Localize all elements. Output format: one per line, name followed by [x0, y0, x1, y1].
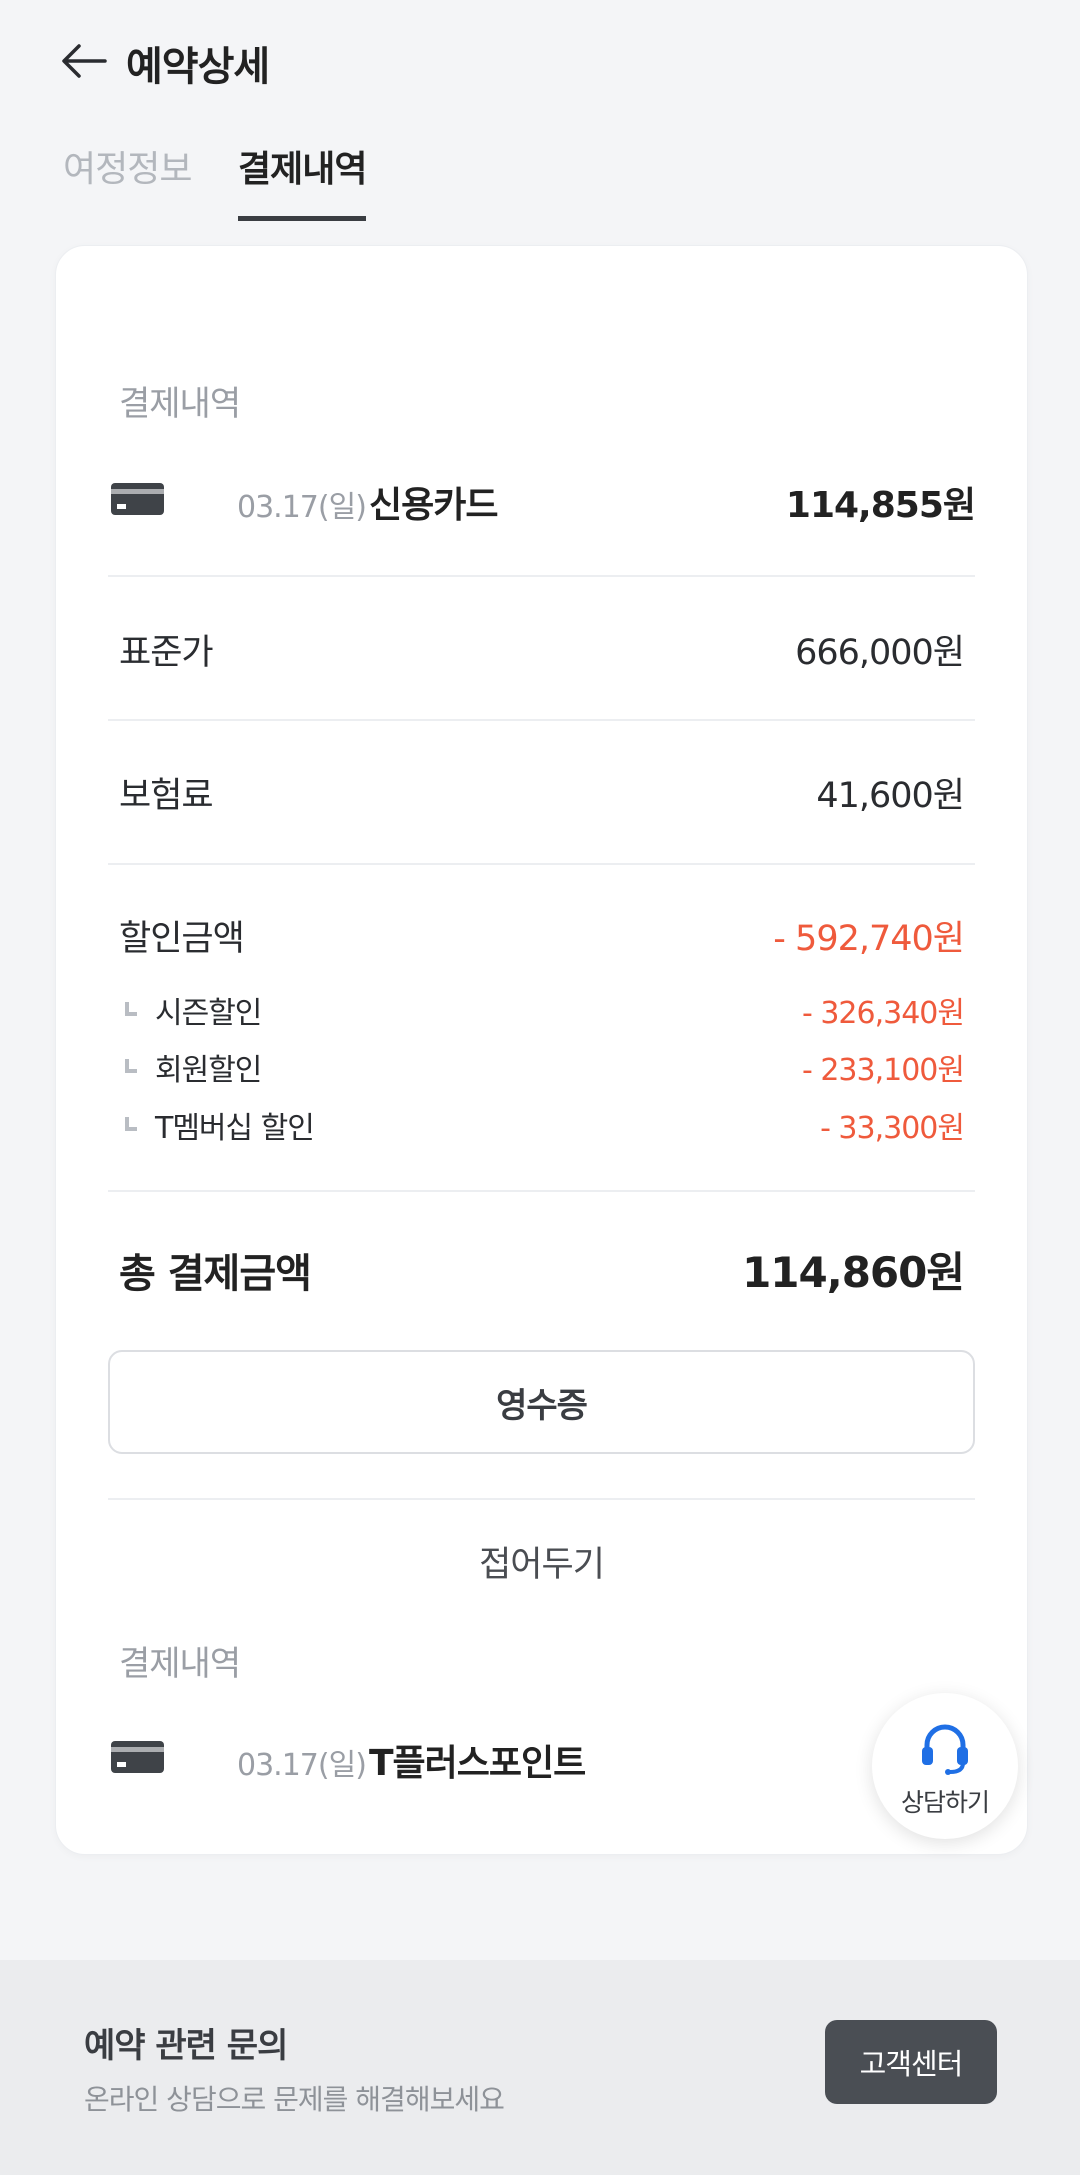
discount-item: 회원할인 - 233,100원: [119, 1045, 965, 1089]
payment-date: 03.17(일): [237, 1748, 367, 1783]
payment-card: 결제내역 03.17(일) 신용카드 114,855원 표준가 666,000원…: [55, 245, 1028, 1855]
footer-subtitle: 온라인 상담으로 문제를 해결해보세요: [84, 2083, 505, 2116]
divider: [108, 863, 975, 865]
section-label: 결제내역: [119, 384, 241, 424]
back-button[interactable]: [56, 36, 112, 86]
customer-center-button[interactable]: 고객센터: [825, 2020, 997, 2104]
arrow-left-icon: [62, 44, 107, 78]
credit-card-icon: [111, 1741, 164, 1773]
tab-itinerary[interactable]: 여정정보: [63, 140, 192, 216]
payment-method-row: 03.17(일) 신용카드 114,855원: [111, 468, 976, 528]
insurance-value: 41,600원: [816, 776, 965, 816]
tab-bar: 여정정보 결제내역: [0, 130, 1080, 221]
discount-item-value: - 233,100원: [801, 1053, 965, 1088]
receipt-button[interactable]: 영수증: [108, 1350, 975, 1454]
standard-price-value: 666,000원: [795, 633, 965, 673]
payment-method: T플러스포인트: [369, 1743, 586, 1784]
tab-payment[interactable]: 결제내역: [238, 140, 367, 221]
discount-item-label: 회원할인: [155, 1053, 262, 1088]
divider: [108, 1498, 975, 1500]
discount-item-label: T멤버십 할인: [155, 1111, 315, 1146]
divider: [108, 719, 975, 721]
sub-item-bullet-icon: [125, 1002, 137, 1016]
headset-icon: [922, 1724, 968, 1775]
discount-row: 할인금액 - 592,740원: [119, 910, 965, 970]
discount-item-value: - 326,340원: [801, 996, 965, 1031]
consult-label: 상담하기: [900, 1788, 990, 1817]
discount-label: 할인금액: [119, 919, 245, 959]
discount-value: - 592,740원: [773, 919, 965, 959]
payment-date: 03.17(일): [237, 490, 367, 525]
discount-item-value: - 33,300원: [820, 1111, 965, 1146]
divider: [108, 1190, 975, 1192]
standard-price-label: 표준가: [119, 633, 214, 673]
footer-title: 예약 관련 문의: [84, 2026, 288, 2066]
footer: 예약 관련 문의 온라인 상담으로 문제를 해결해보세요 고객센터: [0, 1960, 1080, 2175]
standard-price-row: 표준가 666,000원: [119, 624, 965, 684]
header: 예약상세: [0, 0, 1080, 120]
sub-item-bullet-icon: [125, 1117, 137, 1131]
credit-card-icon: [111, 483, 164, 515]
page-title: 예약상세: [126, 44, 270, 90]
sub-item-bullet-icon: [125, 1059, 137, 1073]
total-value: 114,860원: [742, 1248, 965, 1297]
total-label: 총 결제금액: [119, 1251, 312, 1297]
payment-method: 신용카드: [369, 485, 498, 526]
section-label: 결제내역: [119, 1644, 241, 1684]
discount-item-label: 시즌할인: [155, 996, 262, 1031]
consult-button[interactable]: 상담하기: [872, 1693, 1018, 1839]
collapse-button[interactable]: 접어두기: [56, 1536, 1027, 1587]
insurance-label: 보험료: [119, 776, 214, 816]
discount-item: 시즌할인 - 326,340원: [119, 988, 965, 1032]
insurance-row: 보험료 41,600원: [119, 767, 965, 827]
payment-method-row: 03.17(일) T플러스포인트: [111, 1726, 975, 1786]
discount-item: T멤버십 할인 - 33,300원: [119, 1103, 965, 1147]
payment-amount: 114,855원: [785, 485, 976, 526]
divider: [108, 575, 975, 577]
